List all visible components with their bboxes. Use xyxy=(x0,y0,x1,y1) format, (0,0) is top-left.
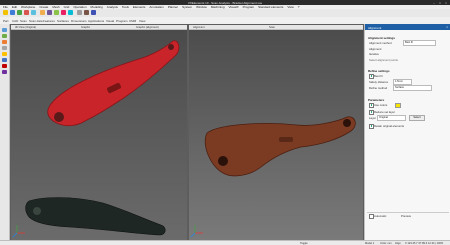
dark-scan-hole xyxy=(33,207,41,215)
rust-model-slot xyxy=(279,137,293,142)
alignment-option-2[interactable]: Iterative xyxy=(369,52,379,56)
close-icon[interactable]: × xyxy=(443,1,449,5)
mesh-icon[interactable] xyxy=(54,10,59,15)
alignment-panel-header: Alignment × xyxy=(365,24,450,30)
refine-method-select[interactable]: Surface xyxy=(393,85,432,91)
new-file-icon[interactable] xyxy=(3,10,8,15)
left-tool-strip xyxy=(0,24,10,240)
alignment-panel: Alignment × Alignment settings Alignment… xyxy=(364,24,450,240)
rust-aligned-model[interactable] xyxy=(204,116,356,177)
status-toggle[interactable]: Toggle xyxy=(300,242,308,245)
safety-distance-label: Safety distance xyxy=(369,80,389,84)
panel-bottom-tabs: Automatic Preview xyxy=(367,212,449,219)
select-points-hint: Select alignment points xyxy=(369,58,398,62)
tab-features[interactable]: Features xyxy=(43,19,55,23)
status-coordinates: X 123.45 Y 67.89 Z 12.34 | 100% xyxy=(405,241,444,245)
tab-dimensions[interactable]: Dimensions xyxy=(71,19,87,23)
rust-model-hole-2 xyxy=(343,119,351,127)
pan-tool-icon[interactable] xyxy=(2,40,7,44)
rotate-tool-icon[interactable] xyxy=(2,34,7,38)
tab-applications[interactable]: Applications xyxy=(88,19,104,23)
annotation-tool-icon[interactable] xyxy=(2,70,7,74)
undo-icon[interactable] xyxy=(24,10,29,15)
alignment-method-select[interactable]: Best fit xyxy=(403,40,436,46)
axis-triad xyxy=(12,225,25,238)
alignment-panel-title: Alignment xyxy=(368,25,382,30)
compare-icon[interactable] xyxy=(68,10,73,15)
tab-view[interactable]: View xyxy=(139,19,145,23)
status-align: Align xyxy=(395,241,401,245)
status-bar: Toggle Model 1 Units: mm Align X 123.45 … xyxy=(0,240,450,245)
red-bracket-hole-1 xyxy=(54,112,64,122)
tab-cmm[interactable]: CMM xyxy=(129,19,136,23)
tab-cad[interactable]: CAD xyxy=(12,19,18,23)
use-colors-label: Use colors xyxy=(374,103,388,107)
retain-original-label: Retain original elements xyxy=(374,124,405,128)
tab-surfaces[interactable]: Surfaces xyxy=(57,19,69,23)
report-icon[interactable] xyxy=(91,10,96,15)
section-tool-icon[interactable] xyxy=(2,52,7,56)
automatic-label: Automatic xyxy=(374,214,387,218)
refine-settings-heading: Refine settings xyxy=(368,69,390,73)
scan-icon[interactable] xyxy=(47,10,52,15)
best-fit-label: Best fit xyxy=(374,74,383,78)
left-model-svg xyxy=(12,40,180,238)
tab-scan-data[interactable]: Scan data xyxy=(29,19,43,23)
panel-close-icon[interactable]: × xyxy=(446,25,448,29)
export-icon[interactable] xyxy=(84,10,89,15)
align-icon[interactable] xyxy=(61,10,66,15)
red-bracket-model[interactable] xyxy=(47,40,180,127)
alignment-settings-heading: Alignment settings xyxy=(368,36,396,40)
tab-scan[interactable]: Scan xyxy=(20,19,27,23)
select-tool-icon[interactable] xyxy=(2,28,7,32)
measure-tool-icon[interactable] xyxy=(2,58,7,62)
axis-triad-right xyxy=(190,225,203,238)
preview-label[interactable]: Preview xyxy=(401,214,411,218)
tab-visual[interactable]: Visual xyxy=(106,19,114,23)
open-icon[interactable] xyxy=(10,10,15,15)
redo-icon[interactable] xyxy=(31,10,36,15)
rust-model-hole-1 xyxy=(218,156,228,166)
red-bracket-hole-2 xyxy=(168,44,174,50)
viewport-right[interactable]: Alignment Scan xyxy=(188,24,364,242)
color-map-tool-icon[interactable] xyxy=(2,64,7,68)
measure-icon[interactable] xyxy=(40,10,45,15)
zoom-tool-icon[interactable] xyxy=(2,46,7,50)
status-model: Model 1 xyxy=(365,241,375,245)
parameters-heading: Parameters xyxy=(368,98,385,102)
tab-part[interactable]: Part xyxy=(3,19,9,23)
viewport-left[interactable]: 3D View (Original) Graphic Graphic (alig… xyxy=(10,24,188,242)
layer-select[interactable]: Original xyxy=(377,115,406,121)
refine-method-label: Refine method xyxy=(369,86,388,90)
status-units: Units: mm xyxy=(380,241,392,245)
color-swatch[interactable] xyxy=(395,103,401,108)
settings-icon[interactable] xyxy=(77,10,82,15)
layer-label: Layer xyxy=(369,116,376,120)
reduce-set-label: Reduce set layer xyxy=(374,110,395,114)
alignment-method-label: Alignment method xyxy=(369,41,392,45)
alignment-option-1[interactable]: Alignment xyxy=(369,47,381,51)
tab-program[interactable]: Program xyxy=(116,19,128,23)
dark-scan-model[interactable] xyxy=(25,197,166,236)
select-button[interactable]: Select xyxy=(409,115,425,121)
save-icon[interactable] xyxy=(17,10,22,15)
right-model-svg xyxy=(190,116,356,238)
